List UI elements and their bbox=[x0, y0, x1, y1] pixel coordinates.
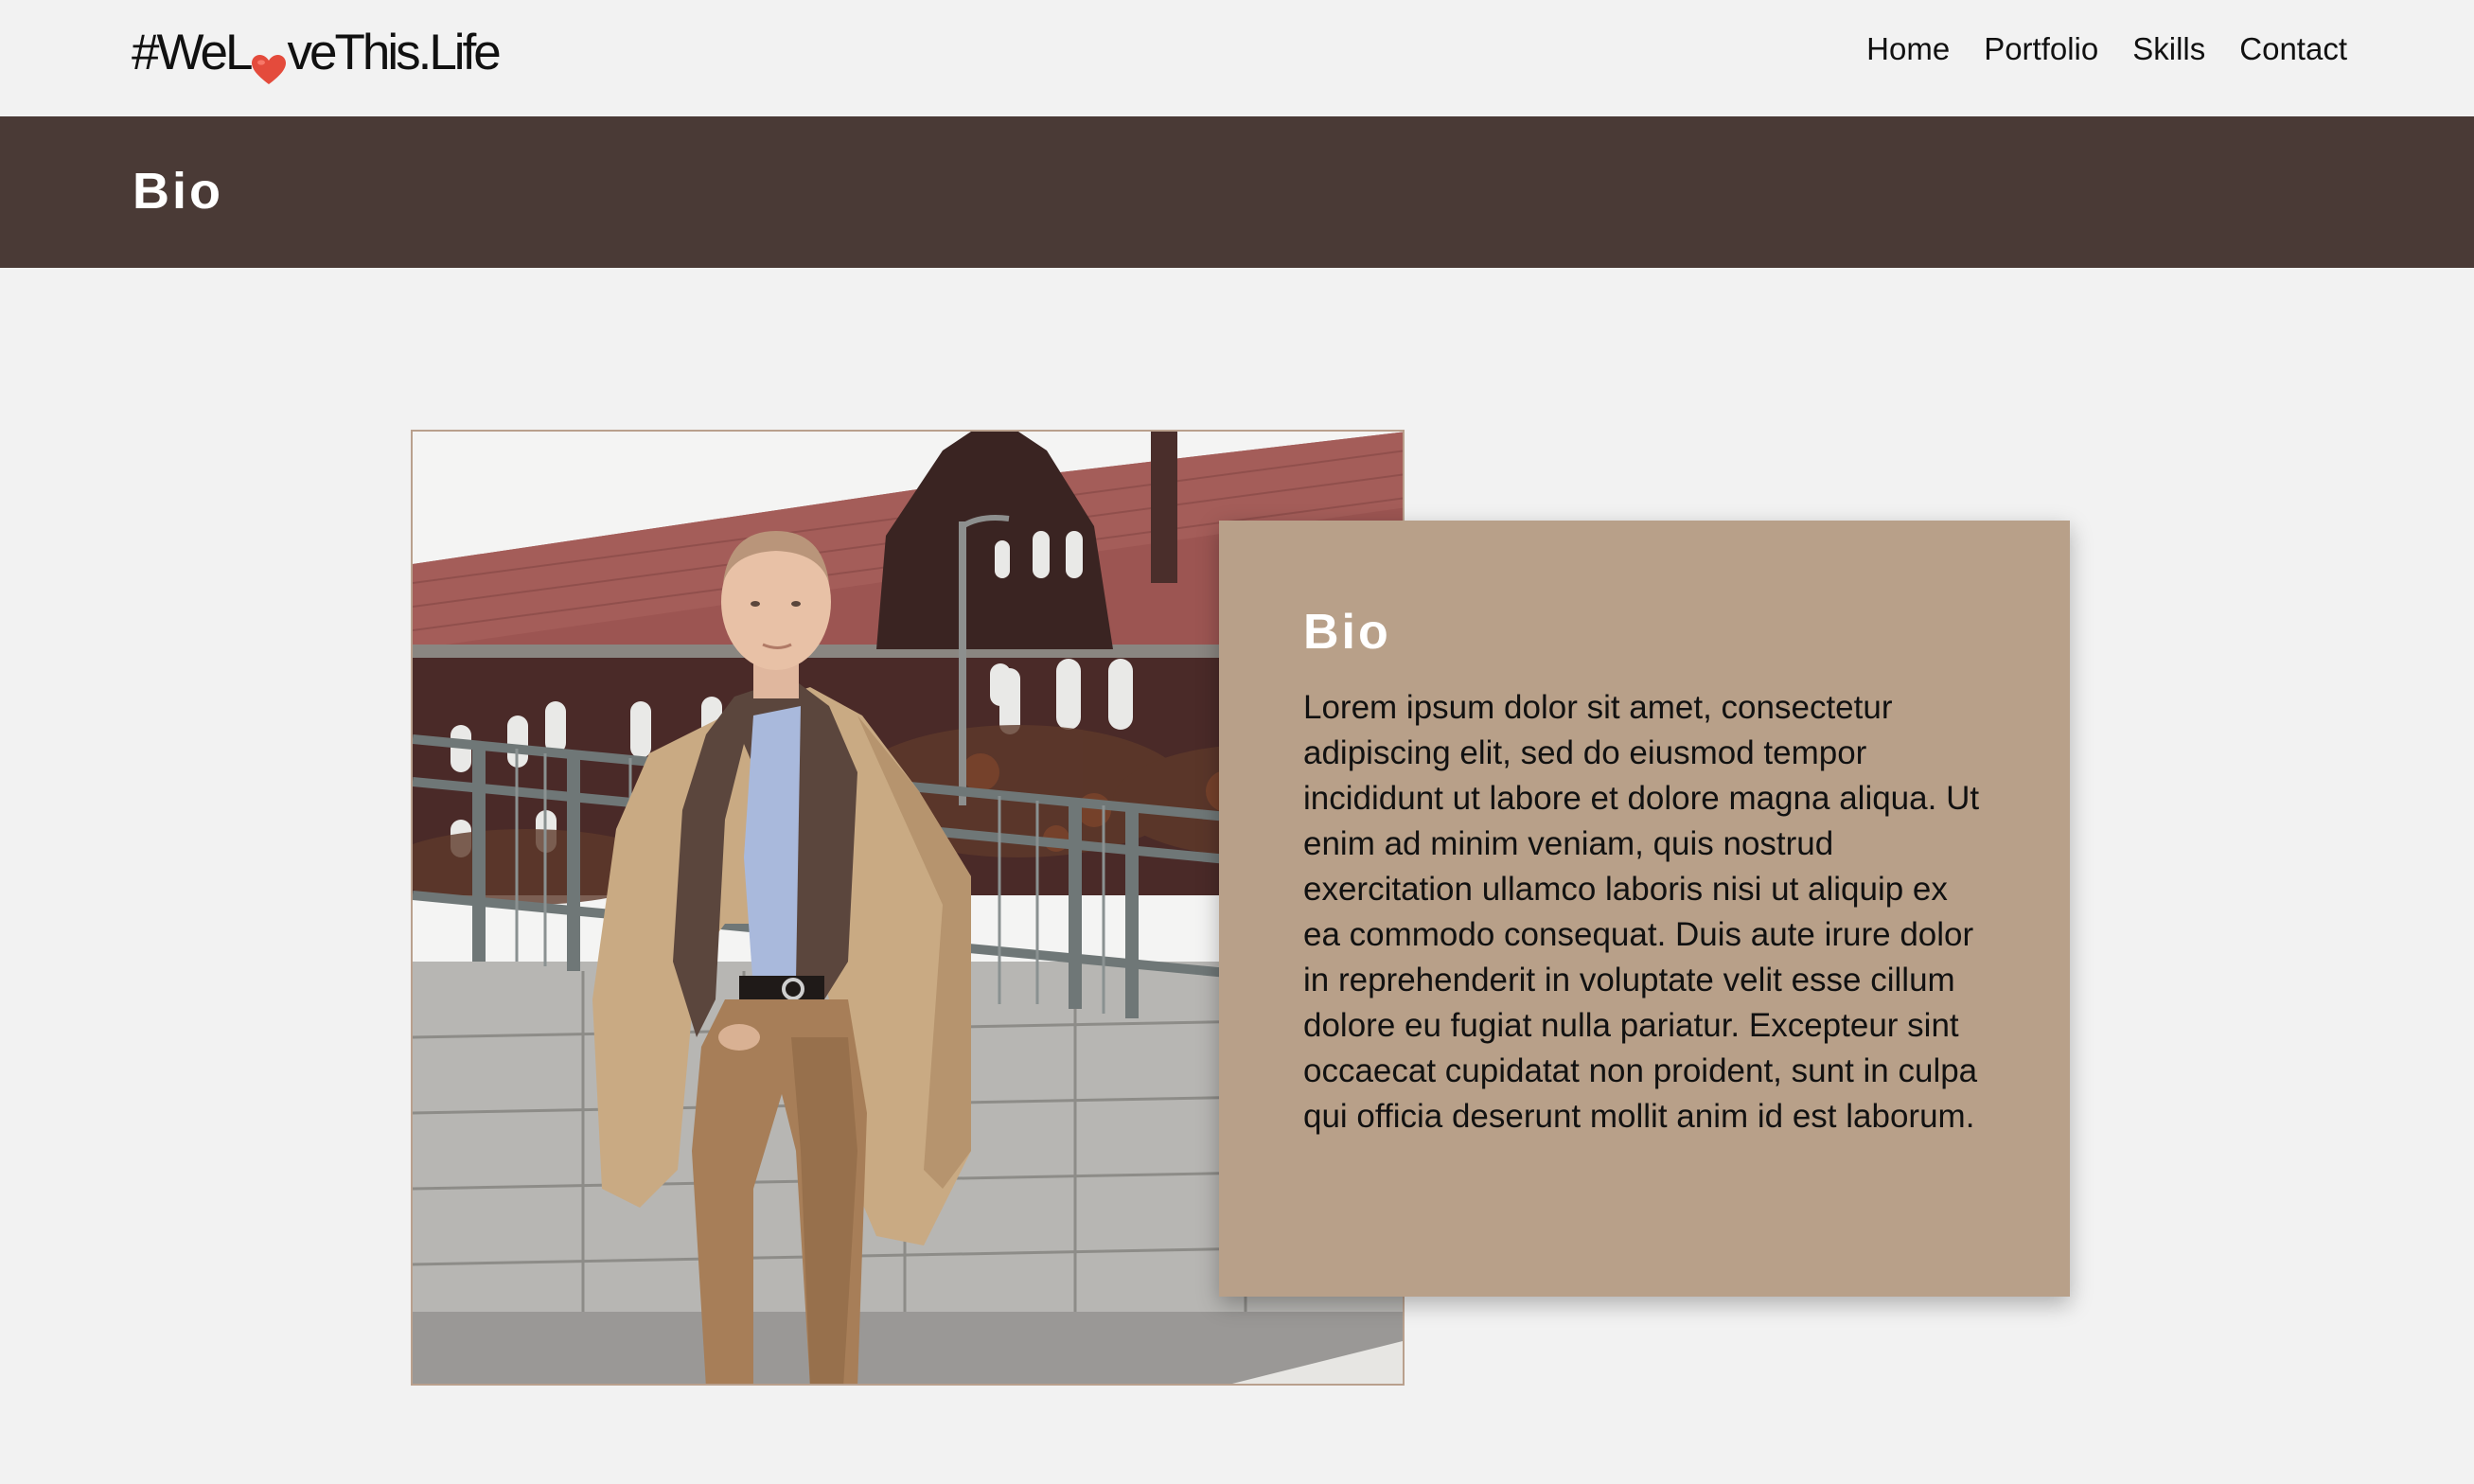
nav-skills-link[interactable]: Skills bbox=[2132, 31, 2205, 67]
main-nav: Home Portfolio Skills Contact bbox=[1866, 31, 2347, 67]
nav-contact-link[interactable]: Contact bbox=[2239, 31, 2347, 67]
nav-home-link[interactable]: Home bbox=[1866, 31, 1950, 67]
logo-text-prefix: #WeL bbox=[132, 24, 253, 80]
bio-heading: Bio bbox=[1303, 605, 1391, 660]
page-title: Bio bbox=[133, 163, 223, 220]
bio-text: Lorem ipsum dolor sit amet, consectetur … bbox=[1303, 689, 1980, 1135]
heart-icon bbox=[251, 41, 287, 84]
site-logo[interactable]: #WeL veThis.Life bbox=[132, 21, 502, 84]
nav-portfolio-link[interactable]: Portfolio bbox=[1984, 31, 2098, 67]
top-navigation-bar: #WeL veThis.Life Home Portfolio Skills Co… bbox=[0, 0, 2474, 116]
bio-card: Bio Lorem ipsum dolor sit amet, consecte… bbox=[1219, 521, 2070, 1297]
page-title-band: Bio bbox=[0, 116, 2474, 268]
logo-text-suffix: veThis.Life bbox=[287, 24, 502, 80]
